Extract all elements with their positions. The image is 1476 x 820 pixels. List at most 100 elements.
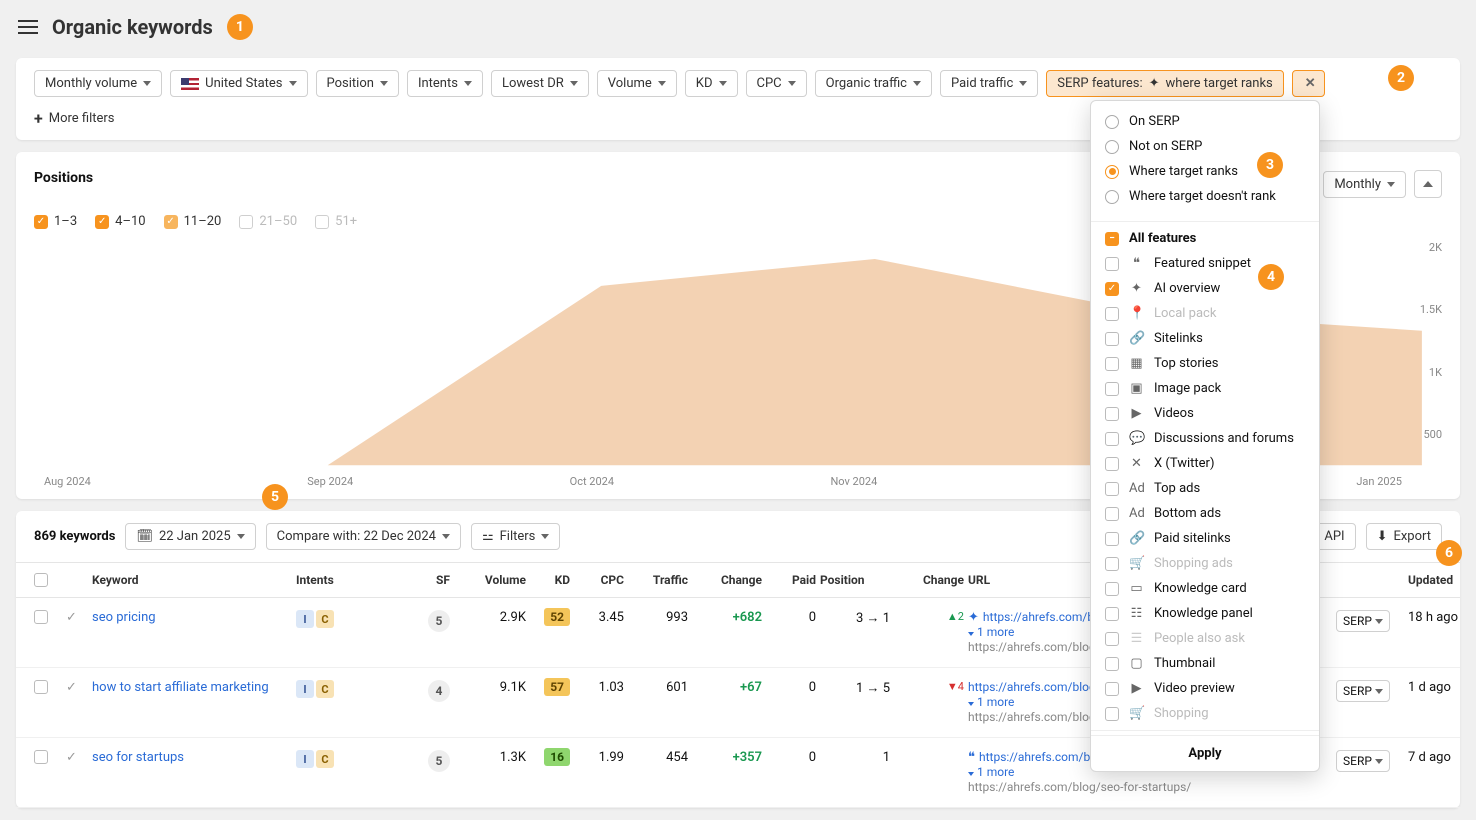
serp-feature-option[interactable]: ▶Videos <box>1091 401 1319 426</box>
feature-icon: ☰ <box>1129 631 1144 646</box>
compare-picker[interactable]: Compare with: 22 Dec 2024 <box>266 523 461 550</box>
filter-paid-traffic[interactable]: Paid traffic <box>940 70 1038 97</box>
legend-label: 11–20 <box>184 214 222 229</box>
row-checkbox[interactable] <box>34 750 48 764</box>
serp-feature-icon: ✦ <box>968 610 979 625</box>
serp-button[interactable]: SERP <box>1336 750 1390 772</box>
serp-feature-option[interactable]: ▢Thumbnail <box>1091 651 1319 676</box>
serp-feature-option[interactable]: ✕X (Twitter) <box>1091 451 1319 476</box>
serp-feature-option[interactable]: ☷Knowledge panel <box>1091 601 1319 626</box>
column-header[interactable]: Traffic <box>628 573 688 587</box>
feature-icon: ▭ <box>1129 581 1144 596</box>
table-filters-label: Filters <box>500 529 536 544</box>
column-header[interactable]: Volume <box>454 573 526 587</box>
filter-organic-traffic[interactable]: Organic traffic <box>815 70 932 97</box>
feature-icon: ▢ <box>1129 656 1144 671</box>
check-icon: ✓ <box>66 750 77 765</box>
serp-feature-option: 📍Local pack <box>1091 301 1319 326</box>
all-features-toggle[interactable]: All features <box>1091 226 1319 251</box>
column-header[interactable]: CPC <box>574 573 624 587</box>
check-icon: ✓ <box>66 680 77 695</box>
column-header[interactable]: Paid <box>766 573 816 587</box>
column-header[interactable]: Position <box>820 573 890 587</box>
filter-lowest-dr[interactable]: Lowest DR <box>491 70 589 97</box>
row-checkbox[interactable] <box>34 610 48 624</box>
legend-item[interactable]: 51+ <box>315 214 357 229</box>
url-secondary: https://ahrefs.com/blog/seo-for-startups… <box>968 780 1191 794</box>
url-more[interactable]: 1 more <box>968 765 1014 779</box>
flag-icon <box>181 78 199 90</box>
filter-volume[interactable]: Volume <box>597 70 677 97</box>
serp-feature-option[interactable]: 🔗Paid sitelinks <box>1091 526 1319 551</box>
date-picker[interactable]: 🗓 22 Jan 2025 <box>125 523 255 550</box>
column-header[interactable]: SF <box>410 573 450 587</box>
serp-feature-option[interactable]: 🔗Sitelinks <box>1091 326 1319 351</box>
chevron-down-icon <box>570 81 578 86</box>
serp-scope-option[interactable]: Where target ranks <box>1091 159 1319 184</box>
filter-monthly-volume[interactable]: Monthly volume <box>34 70 162 97</box>
serp-button[interactable]: SERP <box>1336 610 1390 632</box>
checkbox-icon <box>315 215 329 229</box>
export-button[interactable]: ⬇ Export <box>1366 523 1442 550</box>
filter-intents[interactable]: Intents <box>407 70 483 97</box>
feature-label: Knowledge card <box>1154 581 1247 596</box>
granularity-select[interactable]: Monthly <box>1323 171 1406 198</box>
serp-feature-option[interactable]: ▶Video preview <box>1091 676 1319 701</box>
legend-item[interactable]: 4–10 <box>95 214 145 229</box>
paid-cell: 0 <box>766 750 816 765</box>
cpc-cell: 3.45 <box>574 610 624 625</box>
keyword-link[interactable]: seo pricing <box>92 610 156 625</box>
url-more[interactable]: 1 more <box>968 625 1014 639</box>
filter-serp-features-active[interactable]: SERP features: ✦ where target ranks <box>1046 70 1283 97</box>
serp-feature-option[interactable]: 💬Discussions and forums <box>1091 426 1319 451</box>
feature-icon: Ad <box>1129 481 1144 496</box>
volume-cell: 1.3K <box>454 750 526 765</box>
checkbox-icon <box>1105 282 1119 296</box>
serp-feature-option[interactable]: ▣Image pack <box>1091 376 1319 401</box>
menu-icon[interactable] <box>18 20 38 34</box>
serp-button[interactable]: SERP <box>1336 680 1390 702</box>
legend-item[interactable]: 11–20 <box>164 214 222 229</box>
updated-cell: 7 d ago <box>1408 750 1476 765</box>
position-cell: 1 <box>820 750 890 765</box>
serp-feature-option[interactable]: AdTop ads <box>1091 476 1319 501</box>
column-header[interactable]: Keyword <box>92 573 292 587</box>
serp-feature-option[interactable]: ❝Featured snippet <box>1091 251 1319 276</box>
filter-kd[interactable]: KD <box>685 70 738 97</box>
serp-feature-option[interactable]: ✦AI overview <box>1091 276 1319 301</box>
column-header[interactable]: Change <box>894 573 964 587</box>
annotation-6: 6 <box>1436 540 1462 566</box>
column-header[interactable]: KD <box>530 573 570 587</box>
checkbox-icon <box>164 215 178 229</box>
keyword-link[interactable]: how to start affiliate marketing <box>92 680 269 695</box>
annotation-2: 2 <box>1388 65 1414 91</box>
legend-label: 1–3 <box>54 214 77 229</box>
chevron-down-icon <box>658 81 666 86</box>
filter-united-states[interactable]: United States <box>170 70 307 97</box>
feature-label: People also ask <box>1154 631 1245 646</box>
column-header[interactable]: Change <box>692 573 762 587</box>
checkbox-icon <box>1105 707 1119 721</box>
serp-scope-option[interactable]: Not on SERP <box>1091 134 1319 159</box>
serp-feature-option[interactable]: ▦Top stories <box>1091 351 1319 376</box>
select-all-checkbox[interactable] <box>34 573 48 587</box>
column-header[interactable]: Updated <box>1408 573 1476 587</box>
row-checkbox[interactable] <box>34 680 48 694</box>
api-label: API <box>1324 529 1344 544</box>
legend-item[interactable]: 21–50 <box>239 214 297 229</box>
apply-button[interactable]: Apply <box>1091 735 1319 771</box>
filter-position[interactable]: Position <box>316 70 399 97</box>
serp-scope-option[interactable]: Where target doesn't rank <box>1091 184 1319 209</box>
serp-feature-option[interactable]: AdBottom ads <box>1091 501 1319 526</box>
collapse-button[interactable] <box>1414 170 1442 198</box>
filter-cpc[interactable]: CPC <box>746 70 807 97</box>
legend-item[interactable]: 1–3 <box>34 214 77 229</box>
clear-filter-button[interactable]: ✕ <box>1292 70 1325 97</box>
keyword-link[interactable]: seo for startups <box>92 750 184 765</box>
serp-scope-option[interactable]: On SERP <box>1091 109 1319 134</box>
serp-feature-option[interactable]: ▭ Knowledge card <box>1091 576 1319 601</box>
chevron-down-icon <box>464 81 472 86</box>
url-more[interactable]: 1 more <box>968 695 1014 709</box>
table-filters-button[interactable]: ⚍ Filters <box>471 523 560 550</box>
column-header[interactable]: Intents <box>296 573 406 587</box>
